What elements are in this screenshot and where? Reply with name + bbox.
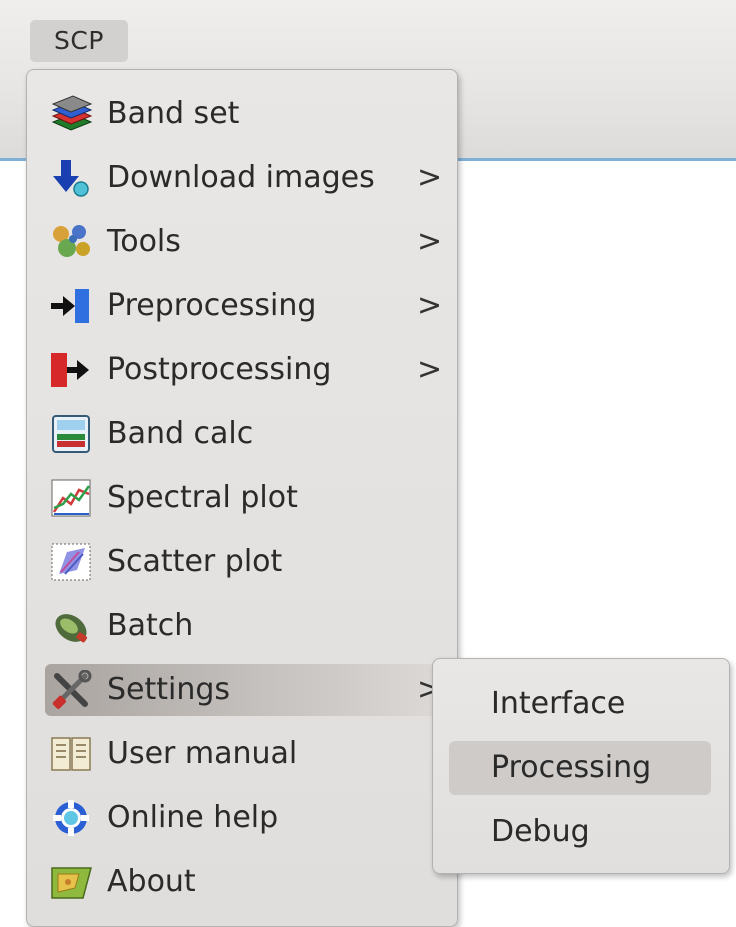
preprocessing-icon [49, 286, 95, 326]
submenu-item-processing[interactable]: Processing [449, 741, 711, 795]
menu-item-label: Band calc [107, 416, 254, 451]
batch-icon [49, 606, 95, 646]
menu-item-label: Preprocessing [107, 288, 317, 323]
menu-item-label: About [107, 864, 196, 899]
menu-item-spectral-plot[interactable]: Spectral plot [45, 472, 441, 524]
menu-item-label: Band set [107, 96, 240, 131]
online-help-icon [49, 798, 95, 838]
scp-menu-button[interactable]: SCP [30, 20, 128, 62]
menu-item-label: Scatter plot [107, 544, 283, 579]
menu-item-scatter-plot[interactable]: Scatter plot [45, 536, 441, 588]
menu-item-user-manual[interactable]: User manual [45, 728, 441, 780]
menu-item-postprocessing[interactable]: Postprocessing > [45, 344, 443, 396]
menu-item-label: Batch [107, 608, 194, 643]
tools-icon [49, 222, 95, 262]
spectral-plot-icon [49, 478, 95, 518]
menu-item-download-images[interactable]: Download images > [45, 152, 443, 204]
chevron-right-icon: > [417, 352, 443, 387]
submenu-item-interface[interactable]: Interface [449, 677, 711, 731]
menu-item-preprocessing[interactable]: Preprocessing > [45, 280, 443, 332]
menu-item-label: Online help [107, 800, 279, 835]
menu-item-label: Settings [107, 672, 231, 707]
menu-item-label: User manual [107, 736, 298, 771]
band-set-icon [49, 94, 95, 134]
scatter-plot-icon [49, 542, 95, 582]
chevron-right-icon: > [417, 160, 443, 195]
submenu-item-label: Interface [491, 686, 626, 721]
menu-item-band-set[interactable]: Band set [45, 88, 441, 140]
chevron-right-icon: > [417, 288, 443, 323]
menu-item-band-calc[interactable]: Band calc [45, 408, 441, 460]
menu-item-label: Tools [107, 224, 181, 259]
menu-item-label: Download images [107, 160, 375, 195]
scp-dropdown-menu: Band set Download images > Tools > Prepr… [26, 69, 458, 927]
postprocessing-icon [49, 350, 95, 390]
submenu-item-label: Processing [491, 750, 652, 785]
menu-item-online-help[interactable]: Online help [45, 792, 441, 844]
menu-item-tools[interactable]: Tools > [45, 216, 443, 268]
settings-submenu: Interface Processing Debug [432, 658, 730, 874]
menu-item-batch[interactable]: Batch [45, 600, 441, 652]
about-icon [49, 862, 95, 902]
submenu-item-debug[interactable]: Debug [449, 805, 711, 859]
submenu-item-label: Debug [491, 814, 590, 849]
menu-item-label: Postprocessing [107, 352, 332, 387]
user-manual-icon [49, 734, 95, 774]
menu-item-label: Spectral plot [107, 480, 298, 515]
band-calc-icon [49, 414, 95, 454]
menu-item-about[interactable]: About [45, 856, 441, 908]
menu-item-settings[interactable]: Settings > [45, 664, 442, 716]
chevron-right-icon: > [417, 224, 443, 259]
download-images-icon [49, 158, 95, 198]
settings-icon [49, 670, 95, 710]
